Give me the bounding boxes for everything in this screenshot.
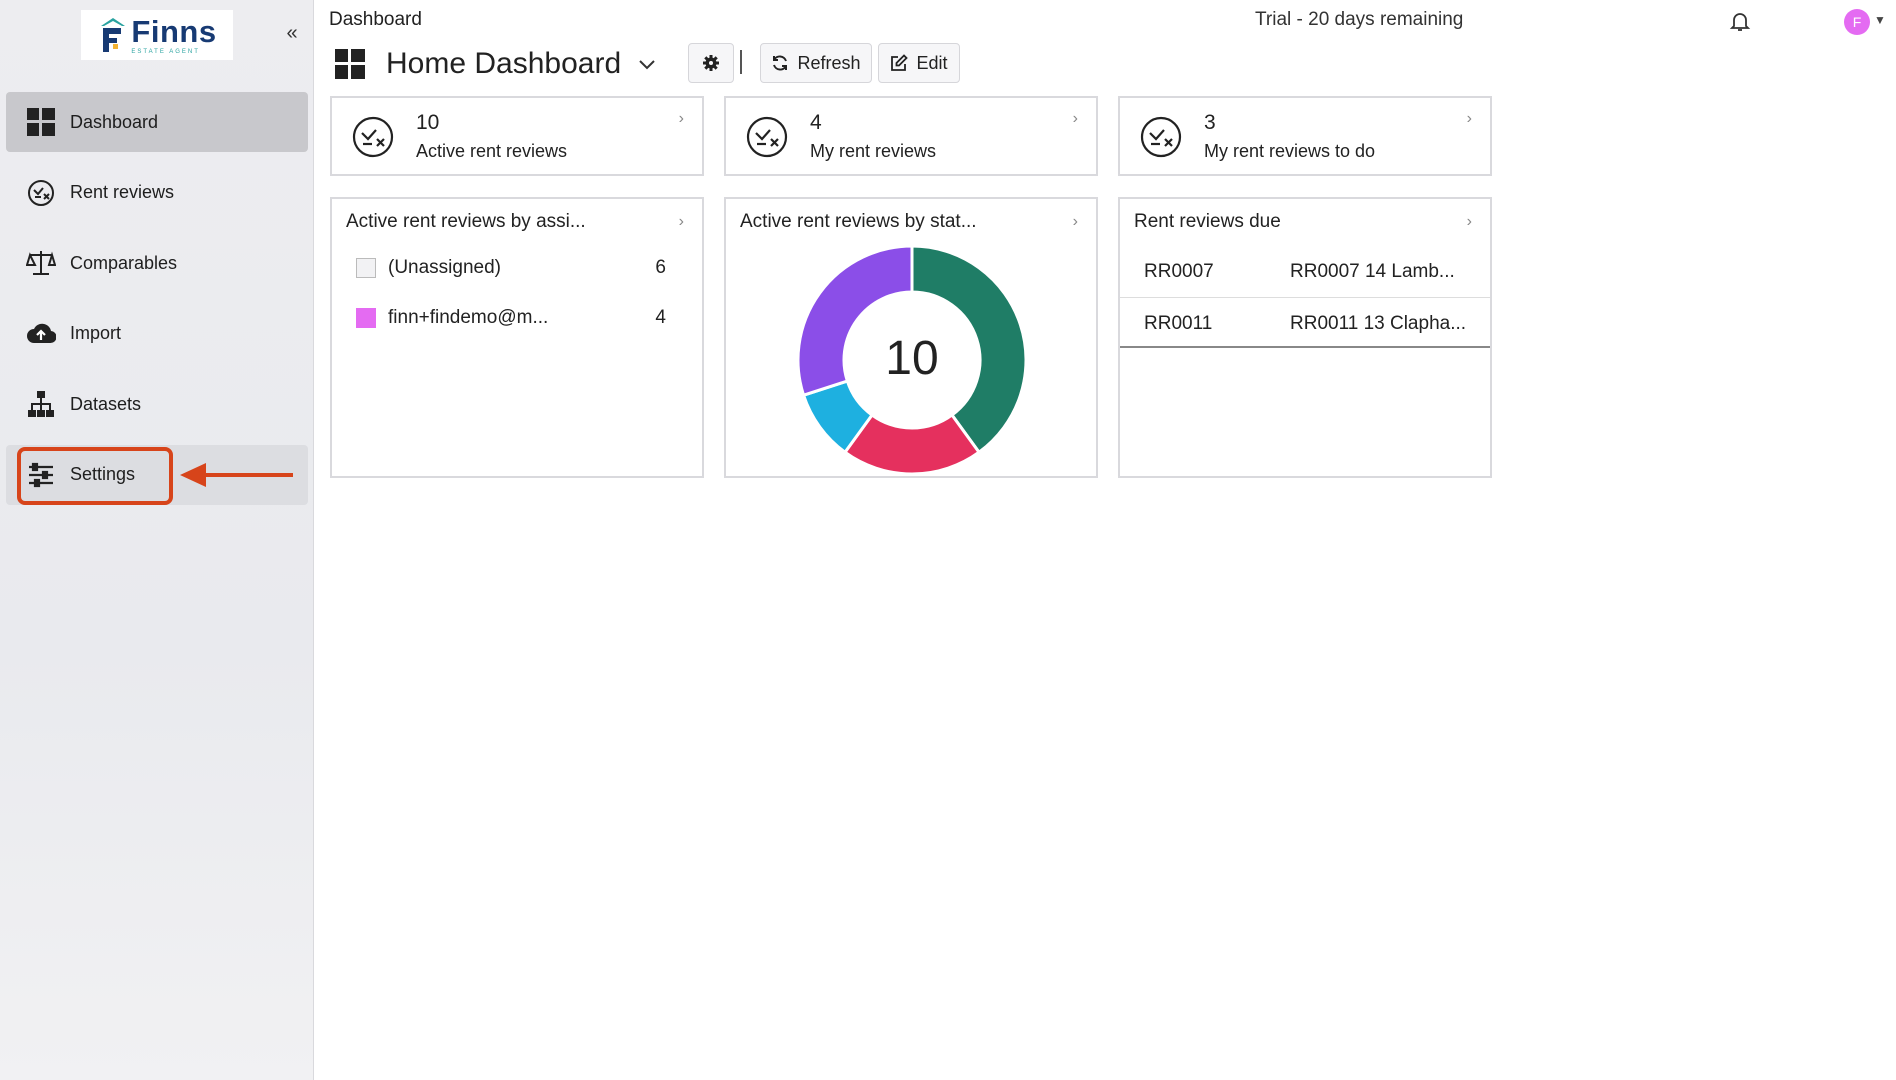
- sidebar-item-label: Comparables: [70, 252, 178, 273]
- bell-icon[interactable]: [1728, 9, 1752, 33]
- chevron-down-icon[interactable]: [637, 54, 657, 74]
- chevron-right-icon[interactable]: ›: [1467, 213, 1472, 231]
- sidebar-item-rent-reviews[interactable]: Rent reviews: [6, 163, 308, 223]
- cloud-upload-icon: [26, 319, 56, 349]
- legend-label: finn+findemo@m...: [388, 307, 549, 328]
- widget-title[interactable]: Active rent reviews by stat...: [740, 211, 977, 233]
- chevron-right-icon[interactable]: ›: [1073, 213, 1078, 231]
- refresh-icon: [773, 55, 788, 71]
- rent-review-icon: [26, 178, 56, 208]
- legend-swatch: [356, 258, 376, 278]
- legend-label: (Unassigned): [388, 257, 501, 278]
- widget-title[interactable]: Rent reviews due: [1134, 211, 1281, 233]
- chevron-right-icon[interactable]: ›: [1467, 110, 1472, 128]
- legend-count: 6: [655, 257, 666, 278]
- stat-label: Active rent reviews: [416, 141, 568, 161]
- widget-title[interactable]: Active rent reviews by assi...: [346, 211, 586, 233]
- page-title: Home Dashboard: [386, 47, 622, 80]
- chevron-down-icon[interactable]: ▼: [1874, 13, 1886, 27]
- gear-icon: [703, 55, 719, 71]
- edit-button[interactable]: Edit: [878, 43, 960, 83]
- table-row[interactable]: RR0011 RR0011 13 Clapha...: [1120, 298, 1490, 349]
- chevron-right-icon[interactable]: ›: [679, 213, 684, 231]
- logo-tagline: ESTATE AGENT: [131, 48, 200, 55]
- row-divider: [1120, 346, 1490, 348]
- sidebar-item-import[interactable]: Import: [6, 304, 308, 364]
- rent-review-icon: [746, 116, 788, 158]
- logo-name: Finns: [131, 13, 217, 49]
- finns-logo[interactable]: Finns ESTATE AGENT: [81, 10, 233, 60]
- chevron-right-icon[interactable]: ›: [1073, 110, 1078, 128]
- scales-icon: [26, 248, 56, 278]
- legend-row-unassigned[interactable]: (Unassigned) 6: [356, 255, 666, 281]
- rent-review-icon: [1140, 116, 1182, 158]
- widget-by-assignee: Active rent reviews by assi... › (Unassi…: [330, 197, 704, 478]
- table-row[interactable]: RR0007 RR0007 14 Lamb...: [1120, 246, 1490, 297]
- hierarchy-icon: [26, 389, 56, 419]
- settings-highlight-box: [17, 446, 173, 505]
- sidebar-item-datasets[interactable]: Datasets: [6, 374, 308, 434]
- review-id: RR0011: [1144, 312, 1213, 334]
- dashboard-title-row: Home Dashboard: [334, 44, 657, 84]
- stat-card-active-rent-reviews[interactable]: 10 Active rent reviews ›: [330, 96, 704, 176]
- status-donut-chart[interactable]: 10: [796, 244, 1028, 476]
- legend-row-finn[interactable]: finn+findemo@m... 4: [356, 305, 666, 331]
- trial-status: Trial - 20 days remaining: [1255, 9, 1464, 30]
- edit-label: Edit: [916, 52, 948, 73]
- avatar[interactable]: F: [1844, 9, 1870, 35]
- refresh-button[interactable]: Refresh: [760, 43, 872, 83]
- stat-value: 3: [1204, 111, 1216, 134]
- review-description: RR0007 14 Lamb...: [1290, 260, 1455, 282]
- dashboard-grid-icon: [26, 107, 56, 137]
- dashboard-settings-button[interactable]: [688, 43, 734, 83]
- stat-label: My rent reviews: [810, 141, 937, 161]
- stat-label: My rent reviews to do: [1204, 141, 1376, 161]
- sidebar-nav: Dashboard Rent reviews Comparables Impor…: [6, 92, 308, 515]
- stat-card-my-rent-reviews[interactable]: 4 My rent reviews ›: [724, 96, 1098, 176]
- refresh-label: Refresh: [797, 52, 861, 73]
- review-id: RR0007: [1144, 260, 1214, 282]
- widget-by-status: Active rent reviews by stat... › 10: [724, 197, 1098, 478]
- sidebar: Finns ESTATE AGENT « Dashboard Rent revi…: [0, 0, 314, 1080]
- stat-card-my-rent-reviews-to-do[interactable]: 3 My rent reviews to do ›: [1118, 96, 1492, 176]
- edit-icon: [891, 54, 909, 71]
- rent-review-icon: [352, 116, 394, 158]
- stat-value: 10: [416, 111, 440, 134]
- stat-value: 4: [810, 111, 822, 134]
- dashboard-grid-icon: [335, 49, 365, 79]
- sidebar-item-label: Rent reviews: [70, 182, 175, 202]
- widget-rent-reviews-due: Rent reviews due › RR0007 RR0007 14 Lamb…: [1118, 197, 1492, 478]
- sidebar-item-dashboard[interactable]: Dashboard: [6, 92, 308, 152]
- chevron-right-icon[interactable]: ›: [679, 110, 684, 128]
- sidebar-item-label: Import: [70, 323, 122, 343]
- finns-logo-mark-icon: [101, 18, 126, 52]
- sidebar-item-label: Datasets: [70, 393, 142, 414]
- sidebar-item-comparables[interactable]: Comparables: [6, 233, 308, 293]
- legend-count: 4: [655, 307, 666, 328]
- breadcrumb[interactable]: Dashboard: [329, 9, 422, 31]
- review-description: RR0011 13 Clapha...: [1290, 312, 1467, 334]
- toolbar-separator: [740, 50, 742, 74]
- pointer-arrow-icon: [180, 463, 293, 487]
- donut-center-value: 10: [885, 332, 938, 385]
- collapse-sidebar-button[interactable]: «: [282, 22, 302, 44]
- sidebar-item-label: Dashboard: [70, 111, 159, 132]
- legend-swatch: [356, 308, 376, 328]
